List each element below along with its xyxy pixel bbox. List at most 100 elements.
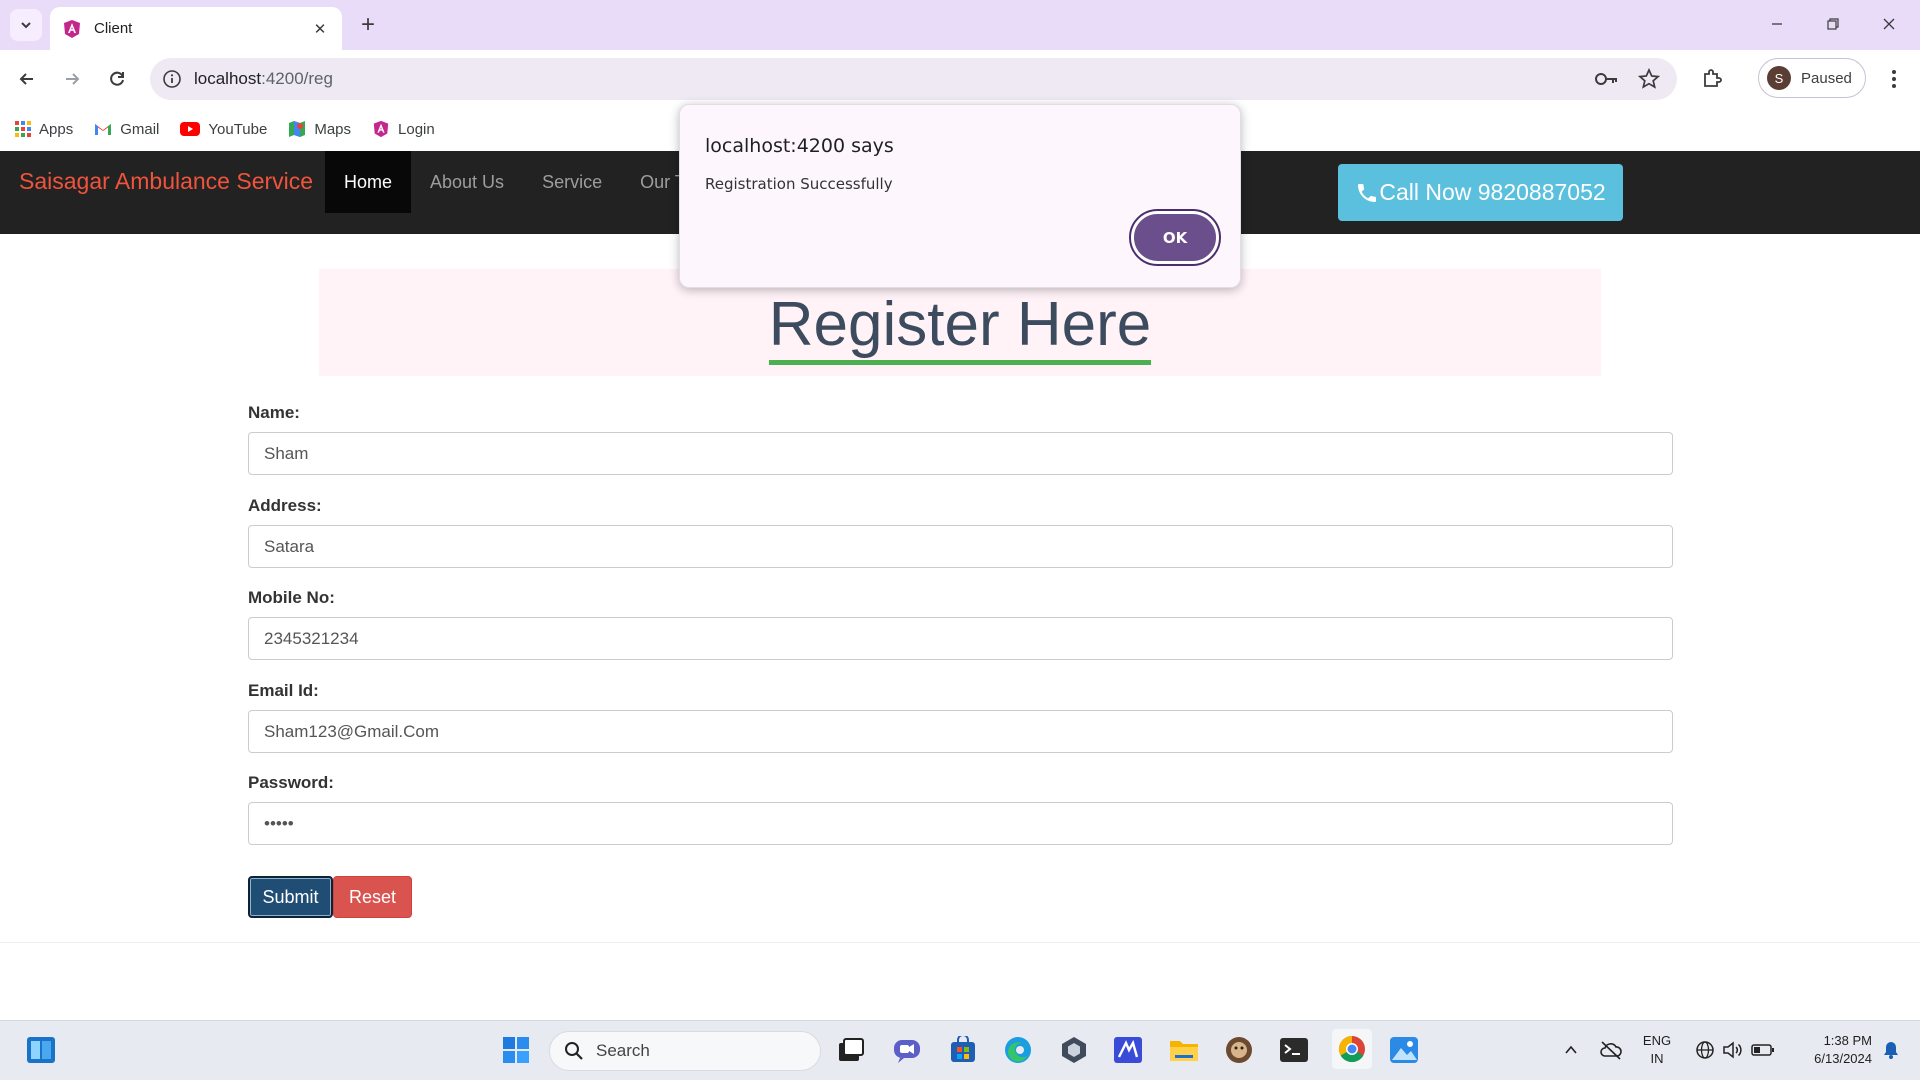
email-field[interactable] bbox=[248, 710, 1673, 753]
clock-date: 6/13/2024 bbox=[1814, 1051, 1872, 1066]
taskbar-search[interactable]: Search bbox=[549, 1031, 821, 1071]
address-field[interactable] bbox=[248, 525, 1673, 568]
microsoft-store-icon bbox=[951, 1036, 975, 1062]
arrow-left-icon bbox=[19, 73, 33, 85]
tray-cloud[interactable] bbox=[1594, 1033, 1628, 1067]
windows-start-icon bbox=[503, 1037, 529, 1063]
taskbar-store-app[interactable] bbox=[946, 1033, 980, 1067]
bookmark-label: Gmail bbox=[120, 120, 160, 138]
bookmark-label: Login bbox=[398, 120, 435, 138]
taskbar-photos-app[interactable] bbox=[1387, 1033, 1421, 1067]
new-tab-button[interactable]: + bbox=[354, 11, 382, 39]
close-tab-icon[interactable]: ✕ bbox=[310, 20, 330, 38]
tray-volume[interactable] bbox=[1716, 1033, 1750, 1067]
language-code: ENG bbox=[1642, 1033, 1672, 1048]
taskbar-app-cube[interactable] bbox=[1057, 1033, 1091, 1067]
browser-toolbar: localhost:4200/reg S Paused bbox=[0, 50, 1920, 108]
back-button[interactable] bbox=[10, 62, 44, 96]
reload-icon bbox=[110, 71, 124, 86]
bookmark-youtube[interactable]: YouTube bbox=[180, 121, 267, 138]
call-now-button[interactable]: Call Now 9820887052 bbox=[1338, 164, 1623, 221]
dialog-ok-button[interactable]: OK bbox=[1129, 209, 1221, 266]
notifications-button[interactable] bbox=[1874, 1033, 1908, 1067]
clock[interactable]: 1:38 PM 6/13/2024 bbox=[1790, 1032, 1872, 1068]
taskbar-file-explorer[interactable] bbox=[1167, 1033, 1201, 1067]
page-title: Register Here bbox=[768, 294, 1152, 365]
gmail-icon bbox=[94, 122, 112, 136]
search-icon bbox=[565, 1042, 583, 1060]
password-key-icon[interactable] bbox=[1594, 69, 1620, 94]
tray-battery[interactable] bbox=[1746, 1033, 1780, 1067]
cube-app-icon bbox=[1062, 1037, 1086, 1063]
taskbar-search-placeholder: Search bbox=[596, 1041, 650, 1060]
password-label: Password: bbox=[248, 773, 334, 792]
profile-button[interactable]: S Paused bbox=[1758, 58, 1866, 98]
angular-icon bbox=[64, 19, 80, 38]
password-field[interactable] bbox=[248, 802, 1673, 845]
bookmark-apps[interactable]: Apps bbox=[15, 121, 73, 138]
reload-button[interactable] bbox=[100, 62, 134, 96]
chevron-down-icon bbox=[21, 22, 31, 29]
bookmark-gmail[interactable]: Gmail bbox=[94, 121, 159, 138]
nav-home[interactable]: Home bbox=[325, 151, 412, 213]
site-nav-links: Home About Us Service Our Te bbox=[325, 151, 713, 213]
chrome-icon bbox=[1338, 1035, 1365, 1063]
nav-service[interactable]: Service bbox=[523, 151, 621, 213]
task-view-icon bbox=[839, 1038, 864, 1061]
url-host: localhost bbox=[194, 69, 262, 88]
tab-title: Client bbox=[94, 20, 133, 37]
tab-search-button[interactable] bbox=[10, 9, 42, 41]
restore-icon bbox=[1827, 18, 1839, 30]
bookmark-maps[interactable]: Maps bbox=[288, 120, 351, 138]
tray-overflow-button[interactable] bbox=[1554, 1033, 1588, 1067]
edge-browser-icon bbox=[1005, 1037, 1031, 1063]
minimize-icon bbox=[1772, 23, 1782, 25]
region-code: IN bbox=[1650, 1051, 1664, 1066]
start-button[interactable] bbox=[499, 1033, 533, 1067]
site-brand[interactable]: Saisagar Ambulance Service bbox=[19, 168, 313, 195]
bookmark-star-icon[interactable] bbox=[1637, 67, 1661, 95]
submit-button[interactable]: Submit bbox=[248, 876, 333, 918]
bookmark-login[interactable]: Login bbox=[372, 120, 435, 138]
widgets-button[interactable] bbox=[24, 1033, 58, 1067]
language-indicator[interactable]: ENG IN bbox=[1640, 1032, 1674, 1068]
taskbar-app-game[interactable] bbox=[1222, 1033, 1256, 1067]
bell-icon bbox=[1884, 1042, 1898, 1059]
forward-button[interactable] bbox=[55, 62, 89, 96]
profile-status: Paused bbox=[1801, 69, 1852, 87]
mobile-label: Mobile No: bbox=[248, 588, 335, 607]
chevron-up-icon bbox=[1565, 1045, 1577, 1054]
minimize-button[interactable] bbox=[1754, 8, 1800, 40]
angular-icon bbox=[372, 120, 390, 138]
terminal-icon bbox=[1280, 1038, 1308, 1062]
task-view-button[interactable] bbox=[834, 1033, 868, 1067]
site-info-icon[interactable] bbox=[162, 69, 182, 89]
mobile-field[interactable] bbox=[248, 617, 1673, 660]
name-field[interactable] bbox=[248, 432, 1673, 475]
speaker-icon bbox=[1723, 1041, 1742, 1059]
taskbar-terminal[interactable] bbox=[1277, 1033, 1311, 1067]
taskbar-chat-app[interactable] bbox=[890, 1033, 924, 1067]
restore-button[interactable] bbox=[1810, 8, 1856, 40]
url-path: :4200/reg bbox=[261, 69, 333, 88]
name-label: Name: bbox=[248, 403, 300, 422]
taskbar-edge-app[interactable] bbox=[1001, 1033, 1035, 1067]
cloud-offline-icon bbox=[1600, 1041, 1622, 1060]
bookmark-label: YouTube bbox=[208, 120, 268, 138]
address-bar[interactable]: localhost:4200/reg bbox=[150, 58, 1677, 100]
taskbar-app-vs[interactable] bbox=[1111, 1033, 1145, 1067]
apps-grid-icon bbox=[15, 121, 31, 137]
nav-about-us[interactable]: About Us bbox=[411, 151, 523, 213]
close-window-button[interactable] bbox=[1866, 8, 1912, 40]
dialog-title: localhost:4200 says bbox=[705, 135, 894, 157]
browser-menu-button[interactable] bbox=[1877, 62, 1911, 96]
browser-tab-active[interactable]: Client ✕ bbox=[50, 7, 342, 50]
game-app-icon bbox=[1226, 1037, 1252, 1063]
reset-button[interactable]: Reset bbox=[333, 876, 412, 918]
taskbar-chrome-active[interactable] bbox=[1332, 1029, 1372, 1069]
email-label: Email Id: bbox=[248, 681, 319, 700]
widgets-icon bbox=[27, 1037, 55, 1063]
call-now-label: Call Now 9820887052 bbox=[1379, 179, 1606, 205]
extensions-button[interactable] bbox=[1695, 62, 1729, 96]
youtube-icon bbox=[180, 122, 201, 136]
